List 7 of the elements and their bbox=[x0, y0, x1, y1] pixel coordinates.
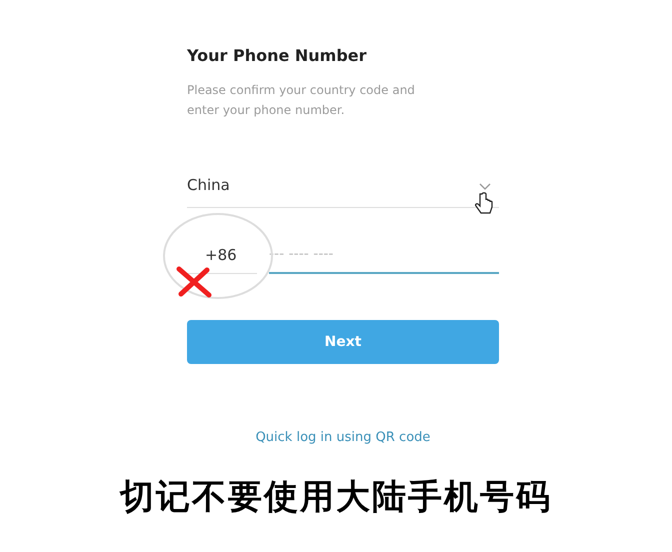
page-title: Your Phone Number bbox=[187, 45, 368, 67]
hand-cursor-icon bbox=[474, 192, 494, 216]
cross-mark-icon bbox=[176, 266, 212, 298]
instructions-text: Please confirm your country code and enter your phone number. bbox=[187, 82, 416, 119]
chevron-down-icon bbox=[479, 182, 491, 190]
qr-login-link[interactable]: Quick log in using QR code bbox=[256, 428, 430, 448]
caption-text: 切记不要使用大陆手机号码 bbox=[120, 476, 552, 518]
